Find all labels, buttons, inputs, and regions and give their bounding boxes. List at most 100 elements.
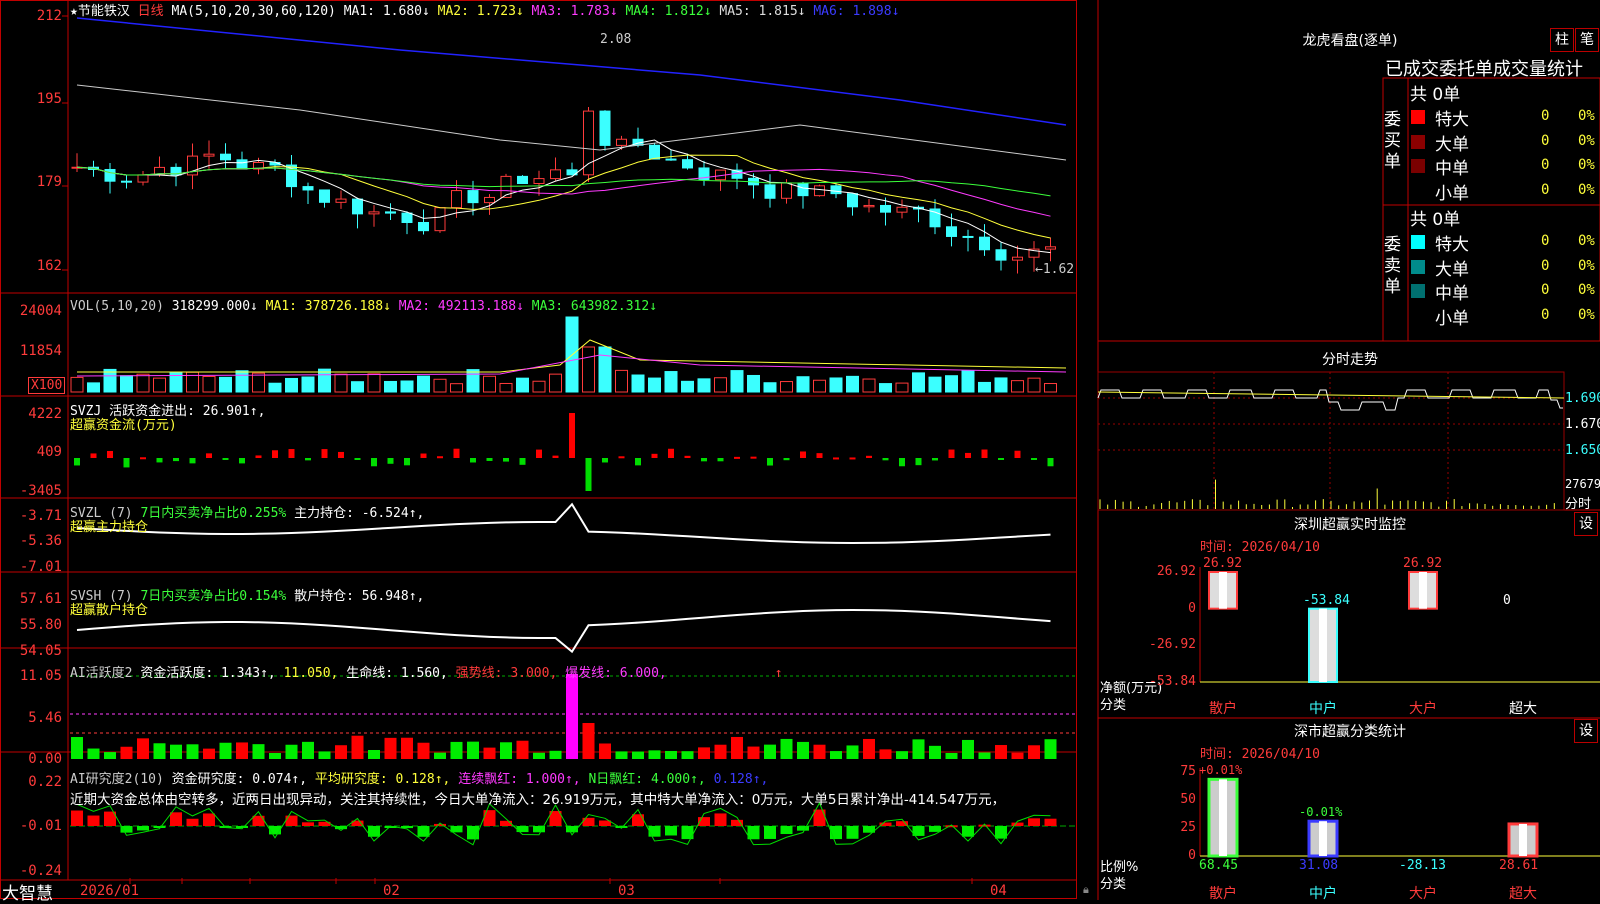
sell-row-value: 0 — [1541, 257, 1550, 274]
sz-monitor-title: 深圳超赢实时监控 — [1294, 517, 1406, 533]
buy-row-value: 0 — [1541, 181, 1550, 198]
candle-body — [962, 235, 974, 238]
period-label[interactable]: 日线 — [138, 4, 164, 19]
ai-active-bar — [566, 674, 578, 759]
svzj-bar — [453, 448, 460, 458]
lhb-tabs[interactable]: 已成交委托单成交量统计 — [1385, 55, 1583, 81]
buy-color-swatch — [1411, 110, 1425, 124]
lhb-title: 龙虎看盘(逐单) — [1302, 33, 1398, 49]
candle-body — [665, 158, 677, 161]
volume-bar — [417, 375, 430, 393]
sell-row-pct: 0% — [1578, 282, 1595, 298]
lhb-tick-button[interactable]: 笔 — [1575, 28, 1599, 52]
svzj-bar — [1031, 458, 1037, 460]
sz-stats-settings-button[interactable]: 设 — [1574, 719, 1598, 743]
svzj-bar — [519, 458, 526, 465]
ai-active-bar — [318, 751, 331, 759]
buy-orders-label: 委买单 — [1384, 110, 1401, 172]
volume-bar — [912, 372, 925, 393]
volume-bar — [730, 370, 744, 393]
volume-bar — [664, 371, 678, 393]
buy-row-pct: 0% — [1578, 132, 1595, 149]
ai-active-bar — [71, 737, 83, 759]
volume-bar — [516, 377, 529, 393]
svzj-bar — [981, 449, 988, 458]
ai-active-bar — [417, 742, 430, 759]
ai-research-bar — [764, 826, 776, 839]
ai-research-bar — [285, 815, 298, 826]
volume-bar — [763, 382, 777, 393]
stock-name[interactable]: ★节能铁汉 — [70, 4, 130, 19]
svzj-tick-2: 409 — [36, 444, 62, 460]
ai-active-bar — [632, 751, 644, 759]
svzl-tick-1: -3.71 — [19, 508, 62, 524]
date-label-apr: 04 — [990, 883, 1007, 899]
svzj-bar — [173, 458, 179, 462]
candle-body — [880, 204, 891, 213]
brand-logo[interactable]: 大智慧 — [2, 879, 53, 904]
svzj-bar — [866, 455, 872, 458]
svzj-bar — [387, 458, 394, 464]
ma6-value: MA6: 1.898↓ — [813, 4, 900, 19]
candle-body — [583, 110, 594, 176]
candle-body — [863, 204, 875, 208]
candle-body — [236, 159, 248, 170]
ma-line — [76, 166, 1051, 197]
ai-research-extra: 0.128↑, — [713, 772, 769, 787]
ai-active-bar — [846, 745, 859, 759]
ai-active-bar — [252, 744, 265, 759]
ai-active-bar — [582, 723, 595, 759]
svzj-bar — [222, 458, 229, 460]
ai-research-bar — [236, 826, 248, 828]
price-tick-162: 162 — [36, 258, 62, 274]
ai-active-lifeline: 生命线: 1.560, — [346, 666, 448, 681]
sz-monitor-settings-button[interactable]: 设 — [1574, 512, 1598, 536]
volume-bar — [631, 374, 645, 393]
stats-top-label: -0.01% — [1299, 805, 1343, 820]
svzj-bar — [74, 458, 80, 466]
svzj-bar — [503, 458, 509, 462]
svzj-bar — [635, 458, 641, 466]
sell-color-swatch — [1411, 235, 1425, 249]
ai-active-bar — [879, 749, 892, 759]
vol-unit-button[interactable]: X100 — [28, 377, 66, 394]
ai-active-bar — [170, 744, 182, 759]
ai-active-bar — [549, 750, 562, 759]
stats-value-label: 28.61 — [1499, 858, 1539, 873]
buy-row-name: 小单 — [1435, 183, 1469, 204]
stats-bar-highlight — [1519, 823, 1527, 856]
ai-research-bar — [714, 813, 727, 826]
candle-body — [814, 185, 825, 197]
ai-research-bar — [186, 818, 199, 826]
ai-active-bar — [945, 752, 958, 759]
stats-bar-highlight — [1219, 779, 1227, 856]
candle-body — [830, 185, 842, 195]
candle-body — [418, 221, 429, 232]
svsh-ratio: 7日内买卖净占比0.154% — [140, 589, 287, 604]
buy-color-swatch — [1411, 159, 1425, 173]
ai-active-bar — [698, 747, 710, 759]
ai-research-bar — [483, 810, 496, 826]
ai-active-bar — [450, 741, 463, 759]
svzj-bar — [404, 458, 410, 466]
volume-bar — [285, 377, 298, 393]
buy-row-value: 0 — [1541, 132, 1550, 149]
kline-chart-area[interactable] — [0, 0, 1100, 900]
monitor-category-label: 超大 — [1509, 701, 1537, 717]
volume-bar — [499, 382, 513, 393]
svzj-bar — [288, 449, 295, 458]
candle-body — [979, 236, 990, 251]
buy-row-name: 大单 — [1435, 134, 1469, 155]
ma3-value: MA3: 1.783↓ — [531, 4, 618, 19]
buy-row-value: 0 — [1541, 157, 1550, 173]
svzj-bar — [800, 451, 806, 458]
sell-row-value: 0 — [1541, 233, 1550, 249]
volume-bar — [747, 374, 760, 393]
ai-active-name: AI活跃度2 — [70, 666, 133, 681]
ai-research-bar — [780, 826, 793, 835]
ai-research-bar — [962, 826, 974, 837]
ai-active-bar — [648, 750, 661, 759]
ai-active-bar — [731, 736, 743, 759]
lock-icon[interactable]: 🔒︎ — [1083, 883, 1089, 897]
lhb-bar-button[interactable]: 柱 — [1550, 28, 1574, 52]
